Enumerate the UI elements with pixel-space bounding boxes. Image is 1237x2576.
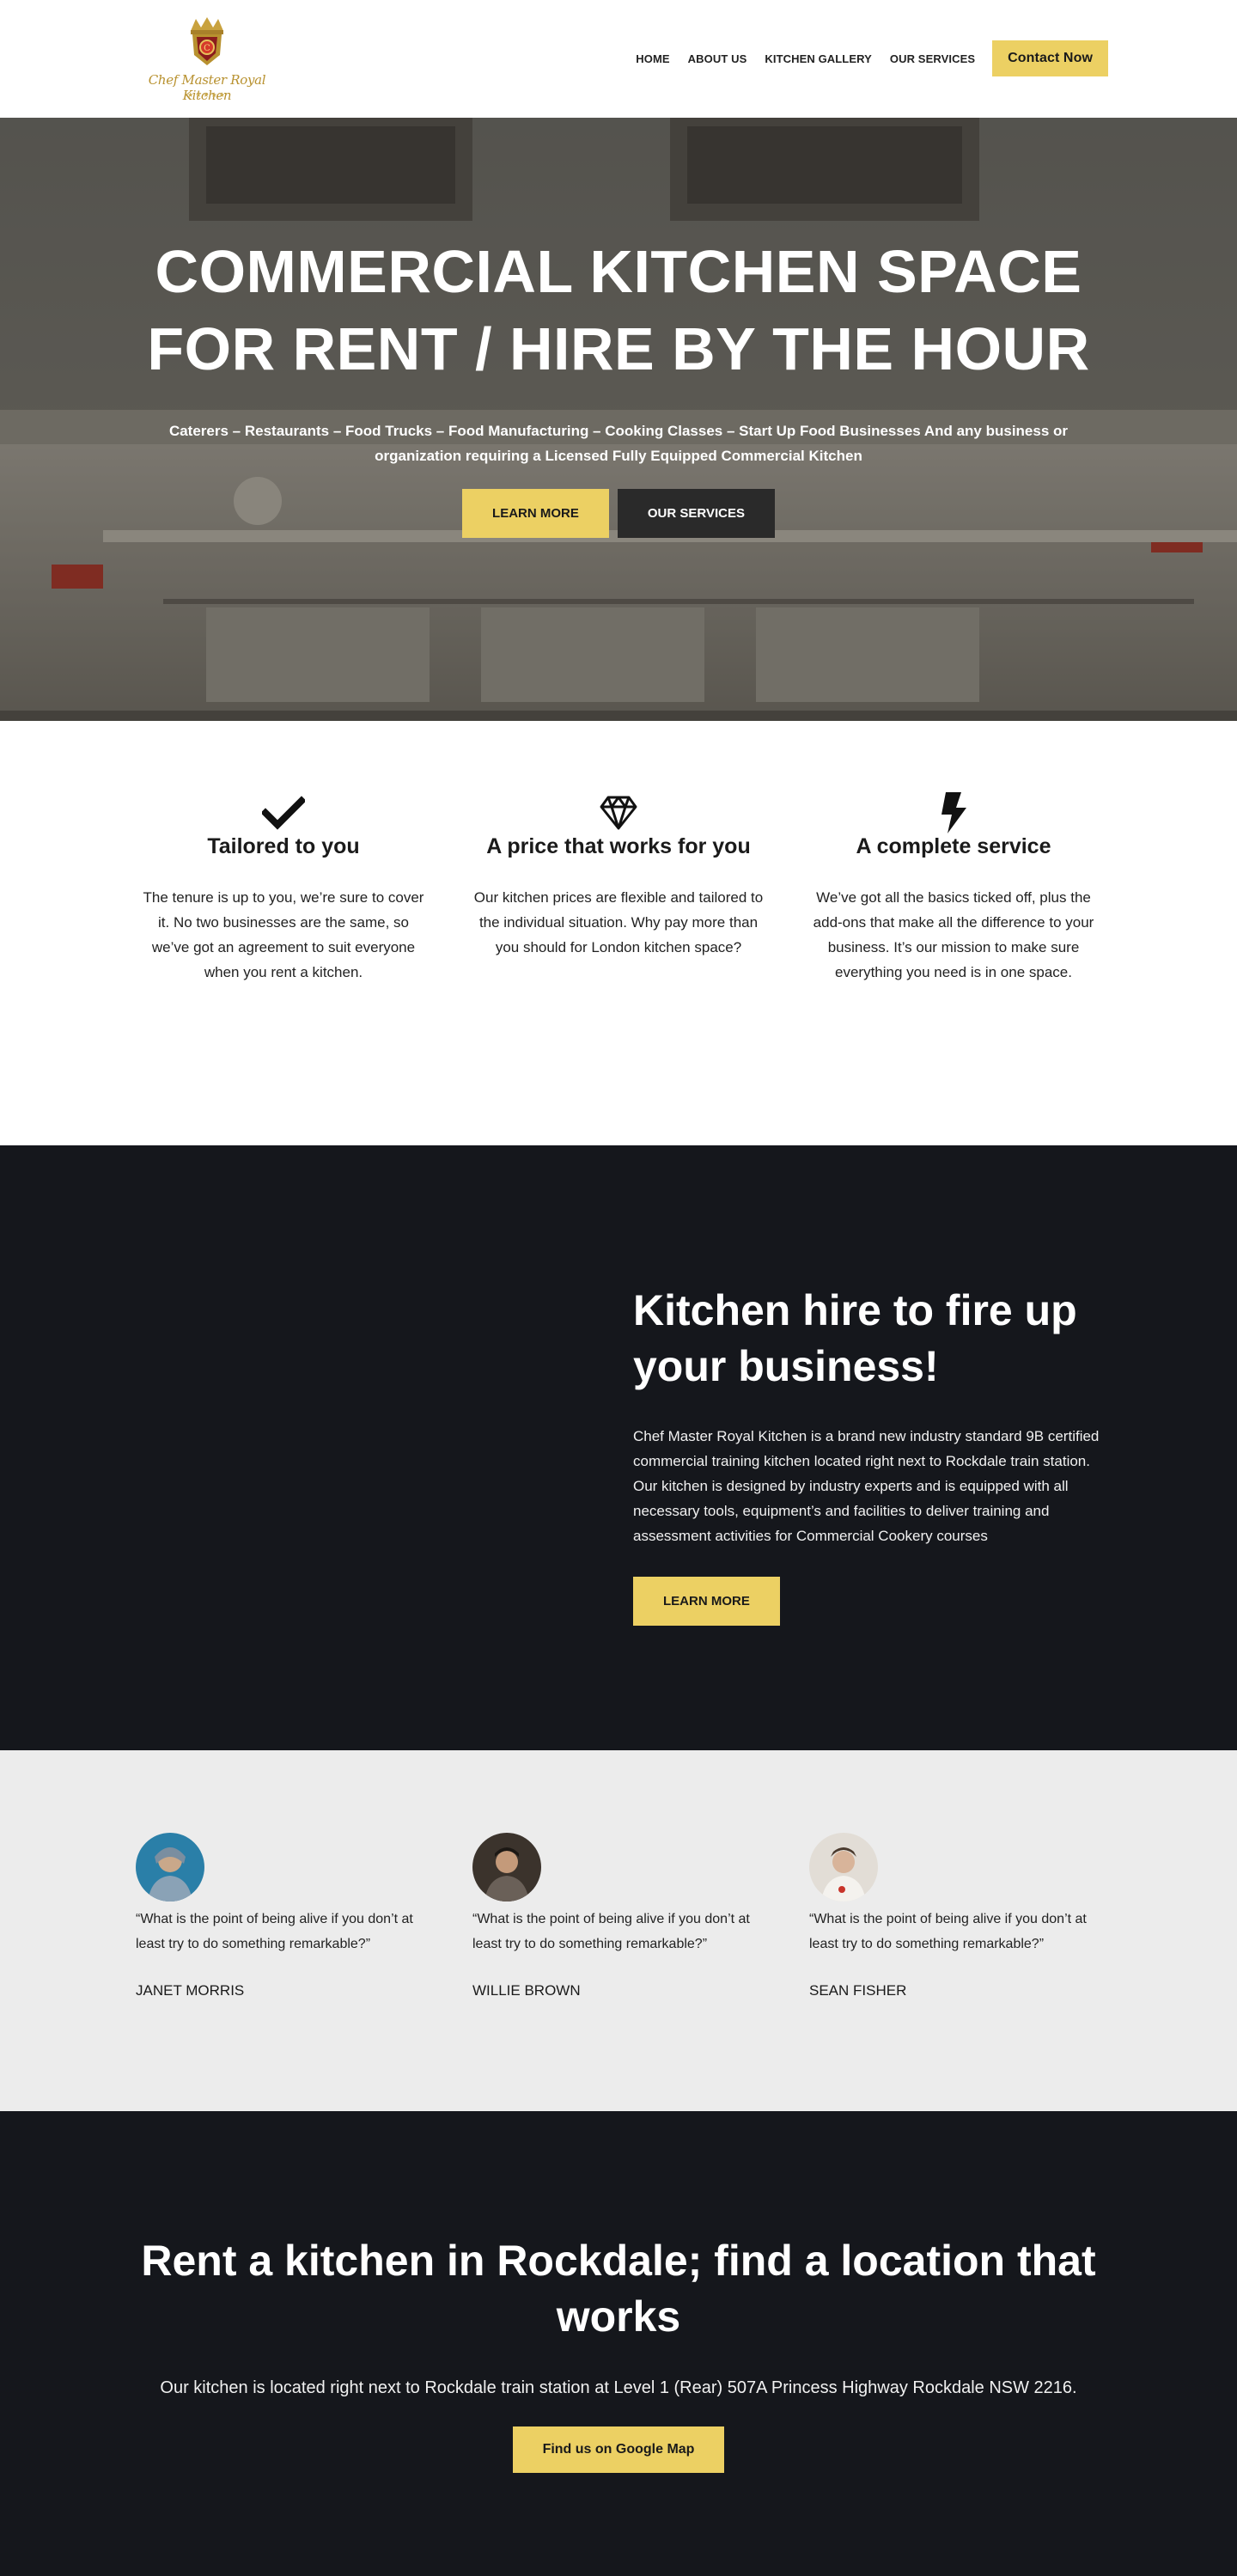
hire-title: Kitchen hire to fire up your business! [633, 1286, 1077, 1390]
diamond-icon [473, 791, 764, 834]
lightning-icon [808, 791, 1099, 834]
learn-more-button[interactable]: LEARN MORE [462, 489, 609, 538]
hero-title-line2: FOR RENT / HIRE BY THE HOUR [147, 315, 1090, 382]
main-nav: HOME ABOUT US KITCHEN GALLERY OUR SERVIC… [618, 40, 1108, 76]
logo-stars: ★★★★★ [187, 91, 227, 99]
google-map-button[interactable]: Find us on Google Map [512, 2426, 725, 2473]
testimonial: “What is the point of being alive if you… [136, 1833, 428, 2111]
feature-title: A price that works for you [486, 834, 751, 858]
hero-subtitle: Caterers – Restaurants – Food Trucks – F… [168, 423, 1069, 464]
testimonial-quote: “What is the point of being alive if you… [809, 1912, 1087, 1951]
avatar [472, 1833, 541, 1901]
testimonial-name: JANET MORRIS [136, 1982, 245, 1999]
feature-price: A price that works for you Our kitchen p… [451, 791, 786, 1145]
testimonial-name: WILLIE BROWN [472, 1982, 581, 1999]
features: Tailored to you The tenure is up to you,… [0, 721, 1237, 1145]
avatar [809, 1833, 878, 1901]
location-section: Rent a kitchen in Rockdale; find a locat… [0, 2111, 1237, 2576]
hero-title-line1: COMMERCIAL KITCHEN SPACE [155, 238, 1082, 305]
nav-home[interactable]: HOME [636, 52, 669, 65]
feature-complete: A complete service We’ve got all the bas… [786, 791, 1121, 1145]
hero-buttons: LEARN MORE OUR SERVICES [0, 489, 1237, 538]
checkmark-icon [138, 791, 429, 834]
crown-crest-icon: C [191, 17, 223, 65]
hero-title: COMMERCIAL KITCHEN SPACE FOR RENT / HIRE… [0, 233, 1237, 388]
location-text: Our kitchen is located right next to Roc… [160, 2378, 1077, 2397]
testimonials: “What is the point of being alive if you… [0, 1750, 1237, 2111]
nav-kitchen-gallery[interactable]: KITCHEN GALLERY [765, 52, 872, 65]
testimonial-quote: “What is the point of being alive if you… [472, 1912, 750, 1951]
location-title: Rent a kitchen in Rockdale; find a locat… [141, 2237, 1096, 2341]
nav-our-services[interactable]: OUR SERVICES [890, 52, 975, 65]
kitchen-hire-section: Kitchen hire to fire up your business! C… [0, 1145, 1237, 1750]
hire-text: Chef Master Royal Kitchen is a brand new… [633, 1428, 1100, 1544]
feature-title: A complete service [856, 834, 1051, 858]
hire-learn-more-button[interactable]: LEARN MORE [633, 1577, 780, 1626]
feature-tailored: Tailored to you The tenure is up to you,… [116, 791, 451, 1145]
feature-text: We’ve got all the basics ticked off, plu… [813, 889, 1094, 980]
contact-now-button[interactable]: Contact Now [992, 40, 1108, 76]
svg-text:C: C [204, 44, 210, 53]
feature-text: Our kitchen prices are flexible and tail… [473, 889, 764, 955]
our-services-button[interactable]: OUR SERVICES [617, 489, 775, 538]
nav-about-us[interactable]: ABOUT US [688, 52, 747, 65]
testimonial-name: SEAN FISHER [809, 1982, 907, 1999]
site-header: C Chef Master Royal Kitchen ★★★★★ HOME A… [0, 0, 1237, 118]
logo[interactable]: C Chef Master Royal Kitchen ★★★★★ [131, 15, 283, 105]
hire-content: Kitchen hire to fire up your business! C… [633, 1283, 1114, 1626]
testimonial-quote: “What is the point of being alive if you… [136, 1912, 413, 1951]
avatar [136, 1833, 204, 1901]
hero: COMMERCIAL KITCHEN SPACE FOR RENT / HIRE… [0, 118, 1237, 721]
feature-title: Tailored to you [207, 834, 360, 858]
feature-text: The tenure is up to you, we’re sure to c… [143, 889, 424, 980]
testimonial: “What is the point of being alive if you… [472, 1833, 765, 2111]
hero-content: COMMERCIAL KITCHEN SPACE FOR RENT / HIRE… [0, 233, 1237, 538]
testimonial: “What is the point of being alive if you… [809, 1833, 1101, 2111]
